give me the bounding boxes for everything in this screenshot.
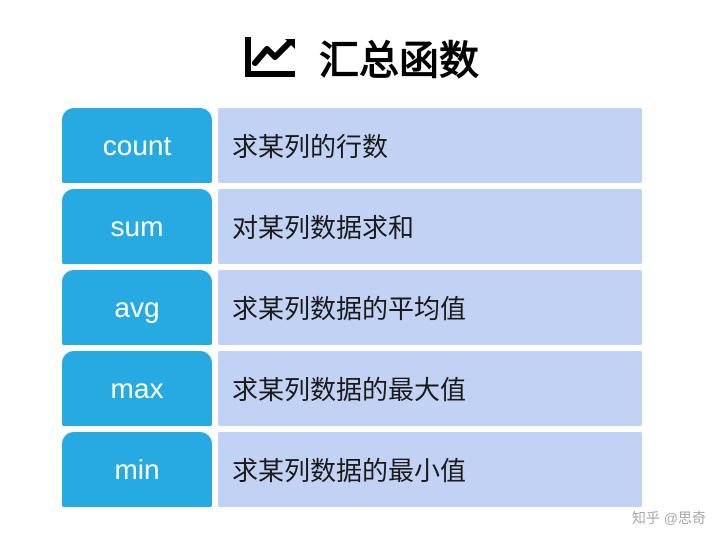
table-row: max 求某列数据的最大值 [62, 351, 642, 426]
chart-trend-icon [241, 33, 299, 81]
fn-desc: 求某列数据的最大值 [218, 351, 642, 426]
header: 汇总函数 [0, 0, 720, 108]
page-title: 汇总函数 [319, 28, 479, 86]
fn-name: max [62, 351, 212, 426]
fn-name: sum [62, 189, 212, 264]
fn-desc: 求某列的行数 [218, 108, 642, 183]
fn-desc: 求某列数据的平均值 [218, 270, 642, 345]
table-row: sum 对某列数据求和 [62, 189, 642, 264]
table-row: avg 求某列数据的平均值 [62, 270, 642, 345]
watermark: 知乎 @思奇 [632, 508, 706, 528]
table-row: count 求某列的行数 [62, 108, 642, 183]
function-table: count 求某列的行数 sum 对某列数据求和 avg 求某列数据的平均值 m… [62, 108, 642, 507]
table-row: min 求某列数据的最小值 [62, 432, 642, 507]
fn-name: count [62, 108, 212, 183]
fn-name: avg [62, 270, 212, 345]
fn-desc: 求某列数据的最小值 [218, 432, 642, 507]
fn-name: min [62, 432, 212, 507]
fn-desc: 对某列数据求和 [218, 189, 642, 264]
